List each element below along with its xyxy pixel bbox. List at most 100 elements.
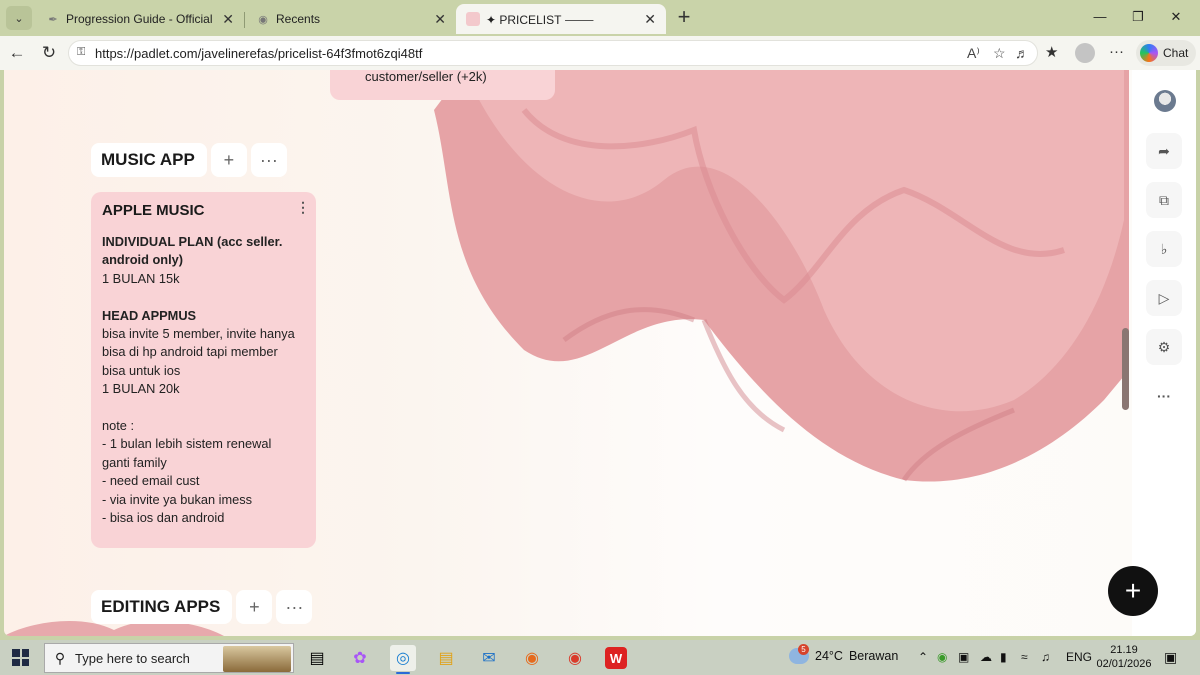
notification-bell-icon[interactable]: ♬ [1015,45,1029,61]
tab-title: Progression Guide - Official Fisch W [66,12,216,26]
windows-start-icon[interactable] [12,649,29,666]
task-view-icon[interactable]: ▤ [304,645,330,671]
browser-toolbar: ← ↻ ⚿ https://padlet.com/javelinerefas/p… [0,36,1200,70]
section-title[interactable]: EDITING APPS [91,590,233,624]
post-line: - need email cust [102,473,200,489]
post-line: HEAD APPMUS [102,307,197,323]
profile-avatar[interactable] [1075,43,1095,63]
clock[interactable]: 21.19 02/01/2026 [1093,643,1155,671]
search-placeholder: Type here to search [75,650,190,666]
taskbar-search-box[interactable]: ⚲ Type here to search [44,643,294,673]
section-header-music-app: MUSIC APP + ··· [91,143,287,177]
wps-office-icon[interactable]: W [605,647,627,669]
weather-badge: 5 [798,644,809,655]
show-hidden-icons-chevron-icon[interactable]: ⌃ [918,650,928,664]
post-body: INDIVIDUAL PLAN (acc seller. android onl… [102,233,305,527]
tray-device-icon[interactable]: ▣ [958,650,969,664]
read-aloud-icon[interactable]: A⁾ [967,45,980,62]
chrome-icon[interactable]: ◉ [562,645,588,671]
copilot-chat-button[interactable]: Chat [1136,40,1197,66]
url-text: https://padlet.com/javelinerefas/priceli… [95,46,423,61]
search-highlight-image [223,646,291,672]
reload-icon[interactable]: ↻ [38,42,60,64]
post-apple-music[interactable]: APPLE MUSIC ⋮ INDIVIDUAL PLAN (acc selle… [91,192,316,548]
settings-more-icon[interactable]: ··· [1109,43,1124,60]
post-line: android only) [102,252,184,268]
settings-gear-icon[interactable]: ⚙ [1146,329,1182,365]
post-line: ganti family [102,454,167,470]
clock-time: 21.19 [1110,644,1138,656]
copilot-app-icon[interactable]: ✿ [347,645,373,671]
slideshow-play-icon[interactable]: ▷ [1146,280,1182,316]
outlook-icon[interactable]: ✉ [476,645,502,671]
weather-temperature: 24°C [815,649,843,663]
firefox-icon[interactable]: ◉ [519,645,545,671]
address-bar[interactable]: ⚿ https://padlet.com/javelinerefas/price… [68,40,1038,66]
section-header-editing-apps: EDITING APPS + ··· [91,590,313,624]
section-title[interactable]: MUSIC APP [91,143,207,177]
post-kebab-menu-icon[interactable]: ⋮ [296,199,310,216]
share-arrow-icon[interactable]: ➦ [1146,133,1182,169]
section-more-icon[interactable]: ··· [250,143,287,177]
battery-icon[interactable]: ▮ [1000,650,1007,664]
tab-progression-guide[interactable]: ✒ Progression Guide - Official Fisch W ✕ [36,4,245,34]
close-tab-icon[interactable]: ✕ [434,11,446,28]
feather-icon: ✒ [48,13,58,26]
section-more-icon[interactable]: ··· [276,590,313,624]
notification-center-icon[interactable]: ▣ [1164,649,1177,666]
weather-description: Berawan [848,649,899,663]
new-tab-plus-icon[interactable]: + [672,6,696,30]
vertical-scrollbar[interactable] [1122,328,1129,410]
previous-post-card[interactable]: customer/seller (+2k) [330,70,555,100]
file-explorer-icon[interactable]: ▤ [433,645,459,671]
post-line: - via invite ya bukan imess [102,491,253,507]
tab-pricelist[interactable]: ✦ PRICELIST ⸻ ✕ [456,4,666,34]
edge-browser-icon[interactable]: ◎ [390,645,416,674]
padlet-board: customer/seller (+2k) MUSIC APP + ··· AP… [4,70,1196,636]
tab-title: ✦ PRICELIST ⸻ [486,12,595,27]
post-line: bisa untuk ios [102,362,181,378]
add-post-plus-icon[interactable]: + [236,590,273,624]
post-line: note : [102,418,135,434]
post-title: APPLE MUSIC [102,202,205,219]
weather-widget[interactable]: 5 24°C Berawan [789,644,899,664]
post-line: bisa di hp android tapi member [102,344,278,360]
volume-icon[interactable]: ♫ [1041,650,1050,664]
post-line: 1 BULAN 15k [102,270,180,286]
tray-app-icon[interactable]: ◉ [937,650,947,664]
restore-icon[interactable]: ❐ [1128,9,1148,25]
tab-strip: ⌄ ✒ Progression Guide - Official Fisch W… [0,0,1200,36]
tab-recents[interactable]: ◉ Recents ✕ [246,4,457,34]
close-window-icon[interactable]: ✕ [1166,9,1186,25]
tray-cloud-icon[interactable]: ☁ [980,650,992,664]
post-line: INDIVIDUAL PLAN (acc seller. [102,234,283,249]
post-line: 1 BULAN 20k [102,381,180,397]
post-line: bisa invite 5 member, invite hanya [102,326,295,342]
copilot-icon [1140,44,1158,62]
user-avatar[interactable] [1154,90,1176,112]
post-line: - bisa ios dan android [102,510,225,526]
padlet-right-rail: ➦ ⧉ ♭ ▷ ⚙ ··· [1132,70,1196,636]
language-indicator[interactable]: ENG [1066,650,1092,664]
padlet-favicon-icon [466,12,480,26]
more-options-icon[interactable]: ··· [1146,378,1182,414]
chat-label: Chat [1163,46,1189,60]
wifi-icon[interactable]: ≈ [1021,650,1028,664]
windows-taskbar: ⚲ Type here to search ▤ ✿ ◎ ▤ ✉ ◉ ◉ W 5 … [0,640,1200,675]
back-arrow-icon[interactable]: ← [6,42,28,64]
add-post-fab-button[interactable]: + [1108,566,1158,616]
minimize-icon[interactable]: — [1090,9,1110,24]
close-tab-icon[interactable]: ✕ [644,11,656,28]
add-post-plus-icon[interactable]: + [210,143,247,177]
notification-bell-icon[interactable]: ♭ [1146,231,1182,267]
favorite-star-icon[interactable]: ☆ [993,45,1006,62]
post-line: - 1 bulan lebih sistem renewal [102,436,272,452]
clock-date: 02/01/2026 [1096,658,1152,670]
tab-actions-chevron-icon[interactable]: ⌄ [6,6,32,30]
cloudy-weather-icon: 5 [789,644,809,664]
favorites-icon[interactable]: ★ [1045,43,1058,61]
close-tab-icon[interactable]: ✕ [222,11,234,28]
remake-icon[interactable]: ⧉ [1146,182,1182,218]
previous-post-text: customer/seller (+2k) [365,70,487,84]
site-info-icon[interactable]: ⚿ [77,46,91,60]
